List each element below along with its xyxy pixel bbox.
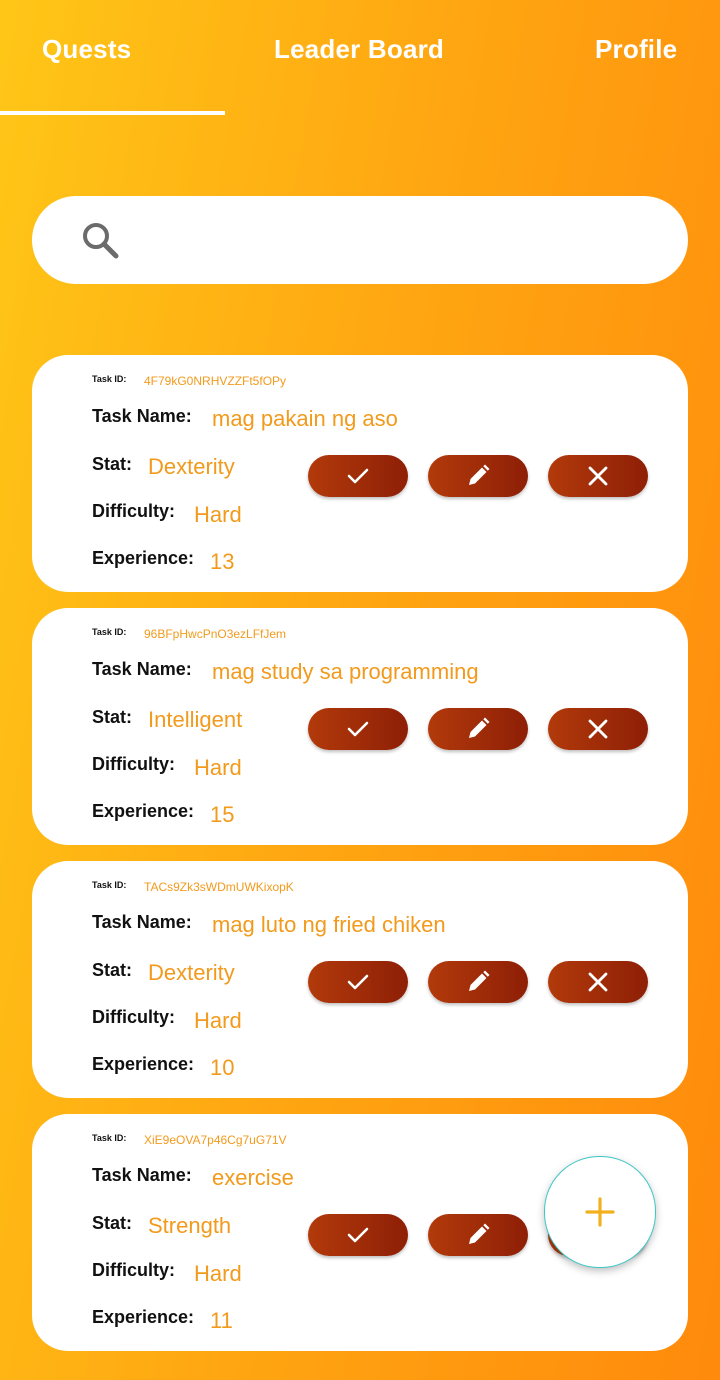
- pencil-icon: [469, 464, 490, 485]
- stat-label: Stat:: [92, 707, 132, 727]
- stat-value: Strength: [148, 1213, 232, 1238]
- stat-value: Intelligent: [148, 707, 243, 732]
- task-name-label: Task Name:: [92, 1165, 192, 1185]
- difficulty-label: Difficulty:: [92, 754, 175, 774]
- difficulty-label: Difficulty:: [92, 1007, 175, 1027]
- task-id-value: XiE9eOVA7p46Cg7uG71V: [144, 1133, 287, 1147]
- tab-profile[interactable]: Profile: [595, 34, 677, 65]
- stat-label: Stat:: [92, 1213, 132, 1233]
- task-name-label: Task Name:: [92, 406, 192, 426]
- experience-label: Experience:: [92, 1054, 195, 1074]
- task-name-value: exercise: [212, 1165, 294, 1190]
- active-tab-indicator: [0, 111, 225, 115]
- experience-label: Experience:: [92, 548, 195, 568]
- tab-bar: Quests Leader Board Profile: [0, 0, 720, 115]
- experience-value: 10: [210, 1055, 235, 1080]
- stat-value: Dexterity: [148, 960, 235, 985]
- task-name-label: Task Name:: [92, 912, 192, 932]
- pencil-icon: [469, 717, 490, 738]
- close-icon: [588, 719, 608, 739]
- task-name-value: mag study sa programming: [212, 659, 479, 684]
- experience-value: 15: [210, 802, 235, 827]
- tab-quests[interactable]: Quests: [42, 34, 131, 65]
- edit-quest-button[interactable]: [428, 1214, 528, 1256]
- experience-value: 11: [210, 1308, 233, 1333]
- experience-label: Experience:: [92, 801, 195, 821]
- task-name-value: mag pakain ng aso: [212, 406, 398, 431]
- experience-value: 13: [210, 549, 235, 574]
- task-id-label: Task ID:: [92, 1133, 127, 1143]
- task-id-label: Task ID:: [92, 374, 127, 384]
- difficulty-label: Difficulty:: [92, 1260, 175, 1280]
- edit-quest-button[interactable]: [428, 961, 528, 1003]
- close-icon: [588, 972, 608, 992]
- task-id-value: 96BFpHwcPnO3ezLFfJem: [144, 627, 287, 641]
- task-id-value: 4F79kG0NRHVZZFt5fOPy: [144, 374, 287, 388]
- difficulty-label: Difficulty:: [92, 501, 175, 521]
- complete-quest-button[interactable]: [308, 708, 408, 750]
- add-quest-button[interactable]: [544, 1156, 656, 1268]
- delete-quest-button[interactable]: [548, 961, 648, 1003]
- task-id-label: Task ID:: [92, 627, 127, 637]
- difficulty-value: Hard: [194, 502, 242, 527]
- stat-label: Stat:: [92, 960, 132, 980]
- close-icon: [588, 466, 608, 486]
- check-icon: [347, 1227, 369, 1243]
- tab-leader-board[interactable]: Leader Board: [274, 34, 444, 65]
- task-id-value: TACs9Zk3sWDmUWKixopK: [144, 880, 294, 894]
- task-name-value: mag luto ng fried chiken: [212, 912, 446, 937]
- edit-quest-button[interactable]: [428, 455, 528, 497]
- delete-quest-button[interactable]: [548, 455, 648, 497]
- difficulty-value: Hard: [194, 1008, 242, 1033]
- complete-quest-button[interactable]: [308, 455, 408, 497]
- check-icon: [347, 974, 369, 990]
- search-icon[interactable]: [80, 220, 120, 260]
- experience-label: Experience:: [92, 1307, 195, 1327]
- search-input[interactable]: [130, 206, 664, 274]
- pencil-icon: [469, 1223, 490, 1244]
- check-icon: [347, 468, 369, 484]
- delete-quest-button[interactable]: [548, 708, 648, 750]
- complete-quest-button[interactable]: [308, 961, 408, 1003]
- stat-value: Dexterity: [148, 454, 235, 479]
- difficulty-value: Hard: [194, 1261, 242, 1286]
- pencil-icon: [469, 970, 490, 991]
- complete-quest-button[interactable]: [308, 1214, 408, 1256]
- stat-label: Stat:: [92, 454, 132, 474]
- plus-icon: [585, 1197, 615, 1227]
- edit-quest-button[interactable]: [428, 708, 528, 750]
- check-icon: [347, 721, 369, 737]
- task-id-label: Task ID:: [92, 880, 127, 890]
- task-name-label: Task Name:: [92, 659, 192, 679]
- difficulty-value: Hard: [194, 755, 242, 780]
